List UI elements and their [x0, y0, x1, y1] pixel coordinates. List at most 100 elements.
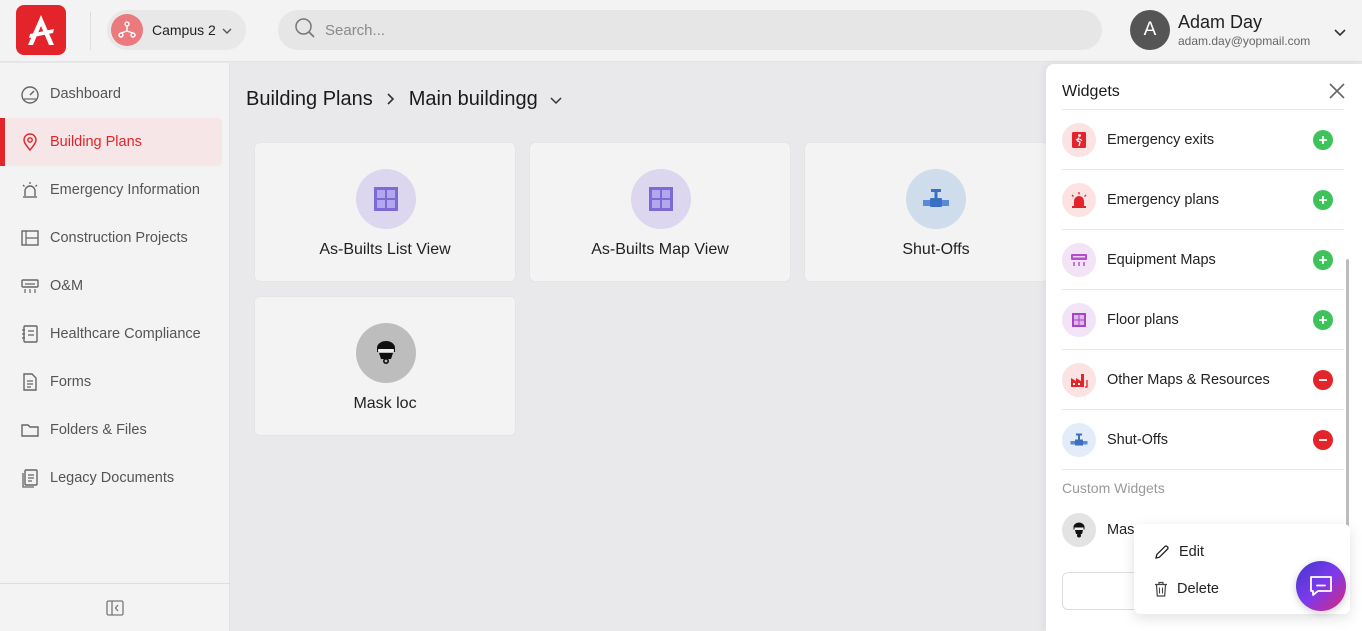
campus-selector[interactable]: Campus 2: [107, 10, 246, 50]
siren-icon: [22, 182, 38, 198]
remove-widget-button[interactable]: [1313, 430, 1333, 450]
map-pin-icon: [23, 133, 37, 152]
add-widget-button[interactable]: [1313, 250, 1333, 270]
user-name: Adam Day: [1178, 12, 1263, 32]
card-title: Shut-Offs: [902, 241, 970, 258]
minus-icon: [1319, 439, 1327, 441]
active-indicator: [0, 118, 5, 166]
form-icon: [23, 373, 37, 391]
edit-menu-item[interactable]: Edit: [1154, 541, 1204, 563]
sidebar-item-forms[interactable]: Forms: [6, 358, 222, 406]
sidebar-item-label: O&M: [50, 278, 84, 294]
hvac-icon: [21, 279, 39, 293]
widget-row-shut-offs: Shut-Offs: [1062, 410, 1344, 470]
widget-label: Emergency exits: [1107, 132, 1215, 148]
card-title: Mask loc: [353, 395, 417, 412]
sidebar-item-label: Legacy Documents: [50, 470, 175, 486]
chat-icon: [1310, 576, 1332, 596]
card-title: As-Builts List View: [319, 241, 451, 258]
card-as-builts-list-view[interactable]: As-Builts List View: [254, 142, 516, 282]
widget-label: Mas: [1107, 522, 1135, 538]
plus-icon: [1319, 136, 1327, 144]
app-logo[interactable]: [16, 5, 66, 55]
widget-row-emergency-plans: Emergency plans: [1062, 170, 1344, 230]
card-title: As-Builts Map View: [591, 241, 729, 258]
gauge-icon: [21, 86, 39, 104]
card-as-builts-map-view[interactable]: As-Builts Map View: [529, 142, 791, 282]
search-icon: [294, 17, 316, 44]
widget-row-emergency-exits: Emergency exits: [1062, 110, 1344, 170]
plus-icon: [1319, 316, 1327, 324]
custom-widgets-heading: Custom Widgets: [1062, 480, 1165, 496]
top-bar: Campus 2 A Adam Day adam.day@yopmail.com: [0, 0, 1362, 62]
panel-scrollbar[interactable]: [1346, 259, 1349, 549]
logo-icon: [28, 15, 54, 45]
header-divider: [90, 12, 91, 50]
chevron-down-icon: [1334, 24, 1346, 42]
widget-label: Floor plans: [1107, 312, 1179, 328]
chevron-right-icon: [387, 88, 395, 111]
divider: [1062, 469, 1344, 470]
widget-label: Other Maps & Resources: [1107, 372, 1270, 388]
breadcrumb-root[interactable]: Building Plans: [246, 88, 373, 111]
widget-row-equipment-maps: Equipment Maps: [1062, 230, 1344, 290]
widget-label: Equipment Maps: [1107, 252, 1216, 268]
user-menu[interactable]: A Adam Day adam.day@yopmail.com: [1130, 10, 1350, 50]
sidebar-item-construction-projects[interactable]: Construction Projects: [6, 214, 222, 262]
add-widget-button[interactable]: [1313, 310, 1333, 330]
sidebar-item-label: Construction Projects: [50, 230, 188, 246]
chevron-down-icon[interactable]: [550, 88, 562, 111]
sidebar-item-building-plans[interactable]: Building Plans: [6, 118, 222, 166]
sidebar-item-emergency-information[interactable]: Emergency Information: [6, 166, 222, 214]
user-email: adam.day@yopmail.com: [1178, 34, 1311, 48]
sidebar-item-dashboard[interactable]: Dashboard: [6, 70, 222, 118]
exit-icon: [1062, 123, 1096, 157]
delete-label: Delete: [1177, 581, 1219, 597]
close-icon[interactable]: [1328, 82, 1346, 105]
sidebar-item-label: Folders & Files: [50, 422, 147, 438]
campus-icon: [111, 14, 143, 46]
sidebar-item-folders-files[interactable]: Folders & Files: [6, 406, 222, 454]
valve-icon: [906, 169, 966, 229]
collapse-sidebar-icon: [106, 599, 124, 616]
floorplan-icon: [631, 169, 691, 229]
sidebar-item-legacy-documents[interactable]: Legacy Documents: [6, 454, 222, 502]
search-bar[interactable]: [278, 10, 1102, 50]
add-widget-button[interactable]: [1313, 130, 1333, 150]
remove-widget-button[interactable]: [1313, 370, 1333, 390]
chat-button[interactable]: [1296, 561, 1346, 611]
card-shut-offs[interactable]: Shut-Offs: [804, 142, 1048, 282]
user-info: Adam Day adam.day@yopmail.com: [1178, 12, 1310, 48]
breadcrumb-current[interactable]: Main buildingg: [409, 88, 538, 111]
floorplan-icon: [356, 169, 416, 229]
edit-label: Edit: [1179, 544, 1204, 560]
add-widget-button[interactable]: [1313, 190, 1333, 210]
floorplan-icon: [1062, 303, 1096, 337]
sidebar-item-label: Healthcare Compliance: [50, 326, 201, 342]
plus-icon: [1319, 256, 1327, 264]
mask-icon: [356, 323, 416, 383]
equipment-icon: [1062, 243, 1096, 277]
campus-label: Campus 2: [152, 22, 216, 38]
widget-row-other-maps-resources: Other Maps & Resources: [1062, 350, 1344, 410]
sidebar-item-healthcare-compliance[interactable]: Healthcare Compliance: [6, 310, 222, 358]
breadcrumb: Building Plans Main buildingg: [246, 86, 562, 112]
sidebar-item-label: Dashboard: [50, 86, 121, 102]
siren-icon: [1062, 183, 1096, 217]
factory-icon: [1062, 363, 1096, 397]
collapse-sidebar-button[interactable]: [0, 583, 230, 631]
delete-menu-item[interactable]: Delete: [1154, 578, 1219, 600]
avatar: A: [1130, 10, 1170, 50]
mask-icon: [1062, 513, 1096, 547]
search-input[interactable]: [325, 21, 1025, 39]
notebook-icon: [22, 325, 38, 343]
sidebar: Dashboard Building Plans Emergency Infor…: [0, 63, 230, 631]
sidebar-item-label: Forms: [50, 374, 92, 390]
sidebar-item-label: Building Plans: [50, 134, 142, 150]
widget-row-floor-plans: Floor plans: [1062, 290, 1344, 350]
minus-icon: [1319, 379, 1327, 381]
sidebar-item-om[interactable]: O&M: [6, 262, 222, 310]
plus-icon: [1319, 196, 1327, 204]
chevron-down-icon: [222, 21, 232, 39]
card-mask-loc[interactable]: Mask loc: [254, 296, 516, 436]
